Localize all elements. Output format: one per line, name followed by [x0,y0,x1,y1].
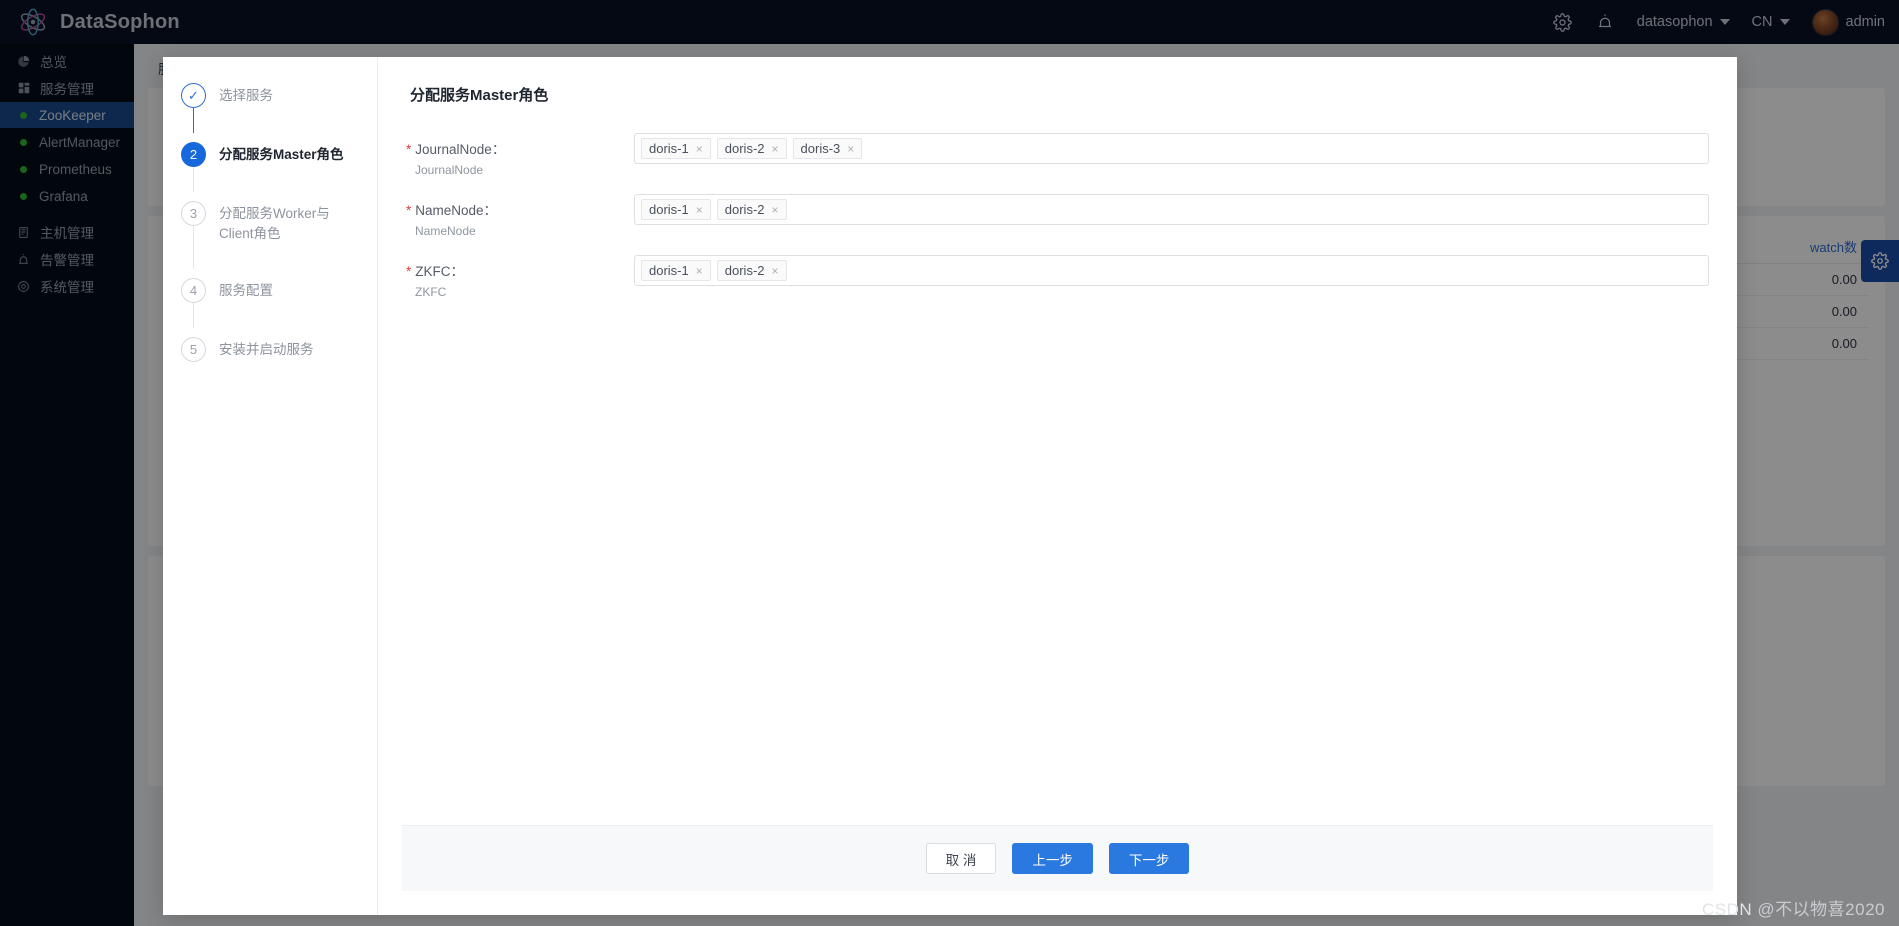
field-control-journalnode: doris-1 × doris-2 × doris-3 × [634,133,1709,164]
host-tag-label: doris-3 [800,141,841,156]
step-label: 选择服务 [219,88,273,103]
wizard-step-4[interactable]: 4 服务配置 [181,278,377,337]
field-label-text: NameNode： [415,203,498,218]
field-control-zkfc: doris-1 × doris-2 × [634,255,1709,286]
step-label: 分配服务Worker与Client角色 [219,206,330,241]
page-title: 分配服务Master角色 [410,87,549,104]
field-label-zkfc: * ZKFC： ZKFC [406,255,634,299]
host-tag-label: doris-2 [724,202,765,217]
host-tag[interactable]: doris-2 × [716,138,787,159]
wizard-form-body: 分配服务Master角色 * JournalNode： JournalNode d… [378,57,1737,825]
host-tag[interactable]: doris-2 × [716,260,787,281]
wizard-steps: ✓ 选择服务 2 分配服务Master角色 3 分配服务Worker与Clien… [163,57,378,915]
wizard-step-5[interactable]: 5 安装并启动服务 [181,337,377,362]
wizard-footer: 取 消 上一步 下一步 [402,825,1713,891]
host-tag[interactable]: doris-1 × [641,260,711,281]
host-tag-label: doris-2 [724,263,765,278]
step-connector [193,167,194,192]
step-bullet: ✓ [181,83,206,108]
field-label-text: ZKFC： [415,264,465,279]
form-row-namenode: * NameNode： NameNode doris-1 × doris-2 × [406,194,1709,238]
host-tag-label: doris-1 [649,141,689,156]
field-control-namenode: doris-1 × doris-2 × [634,194,1709,225]
field-label-namenode: * NameNode： NameNode [406,194,634,238]
host-tag[interactable]: doris-1 × [641,199,711,220]
host-tag[interactable]: doris-3 × [792,138,863,159]
watermark-prefix: CSDN [1702,900,1753,919]
close-icon[interactable]: × [772,264,779,278]
close-icon[interactable]: × [772,203,779,217]
close-icon[interactable]: × [772,142,779,156]
form-row-zkfc: * ZKFC： ZKFC doris-1 × doris-2 × [406,255,1709,299]
step-connector [193,108,194,133]
field-sublabel: ZKFC [415,285,447,299]
required-asterisk: * [406,264,412,279]
step-bullet: 2 [181,142,206,167]
step-label: 服务配置 [219,283,273,298]
step-label: 安装并启动服务 [219,342,314,357]
close-icon[interactable]: × [696,142,703,156]
wizard-form-pane: 分配服务Master角色 * JournalNode： JournalNode d… [378,57,1737,915]
step-bullet: 4 [181,278,206,303]
host-tag-label: doris-1 [649,263,689,278]
watermark: CSDN @不以物喜2020 [1702,895,1885,920]
previous-step-button[interactable]: 上一步 [1012,843,1093,874]
host-tag[interactable]: doris-2 × [716,199,787,220]
step-bullet: 5 [181,337,206,362]
close-icon[interactable]: × [847,142,854,156]
next-step-button[interactable]: 下一步 [1108,843,1190,874]
zkfc-host-select[interactable]: doris-1 × doris-2 × [634,255,1709,286]
namenode-host-select[interactable]: doris-1 × doris-2 × [634,194,1709,225]
step-connector [193,226,194,269]
field-sublabel: JournalNode [415,163,484,177]
wizard-step-1[interactable]: ✓ 选择服务 [181,83,377,142]
step-connector [193,303,194,328]
close-icon[interactable]: × [696,203,703,217]
form-row-journalnode: * JournalNode： JournalNode doris-1 × dori… [406,133,1709,177]
field-label-journalnode: * JournalNode： JournalNode [406,133,634,177]
wizard-step-3[interactable]: 3 分配服务Worker与Client角色 [181,201,377,278]
required-asterisk: * [406,142,412,157]
install-wizard-modal: ✓ 选择服务 2 分配服务Master角色 3 分配服务Worker与Clien… [163,57,1737,915]
close-icon[interactable]: × [696,264,703,278]
step-bullet: 3 [181,201,206,226]
journalnode-host-select[interactable]: doris-1 × doris-2 × doris-3 × [634,133,1709,164]
host-tag[interactable]: doris-1 × [641,138,711,159]
required-asterisk: * [406,203,412,218]
host-tag-label: doris-1 [649,202,689,217]
cancel-button[interactable]: 取 消 [925,843,997,874]
step-label: 分配服务Master角色 [219,147,344,162]
wizard-step-2[interactable]: 2 分配服务Master角色 [181,142,377,201]
watermark-text: @不以物喜2020 [1757,900,1885,919]
field-sublabel: NameNode [415,224,476,238]
field-label-text: JournalNode： [415,142,506,157]
host-tag-label: doris-2 [724,141,765,156]
app-root: 服务管理 / ZOOKEEPER watch数 0.00 0.00 0.00 [0,0,1899,926]
